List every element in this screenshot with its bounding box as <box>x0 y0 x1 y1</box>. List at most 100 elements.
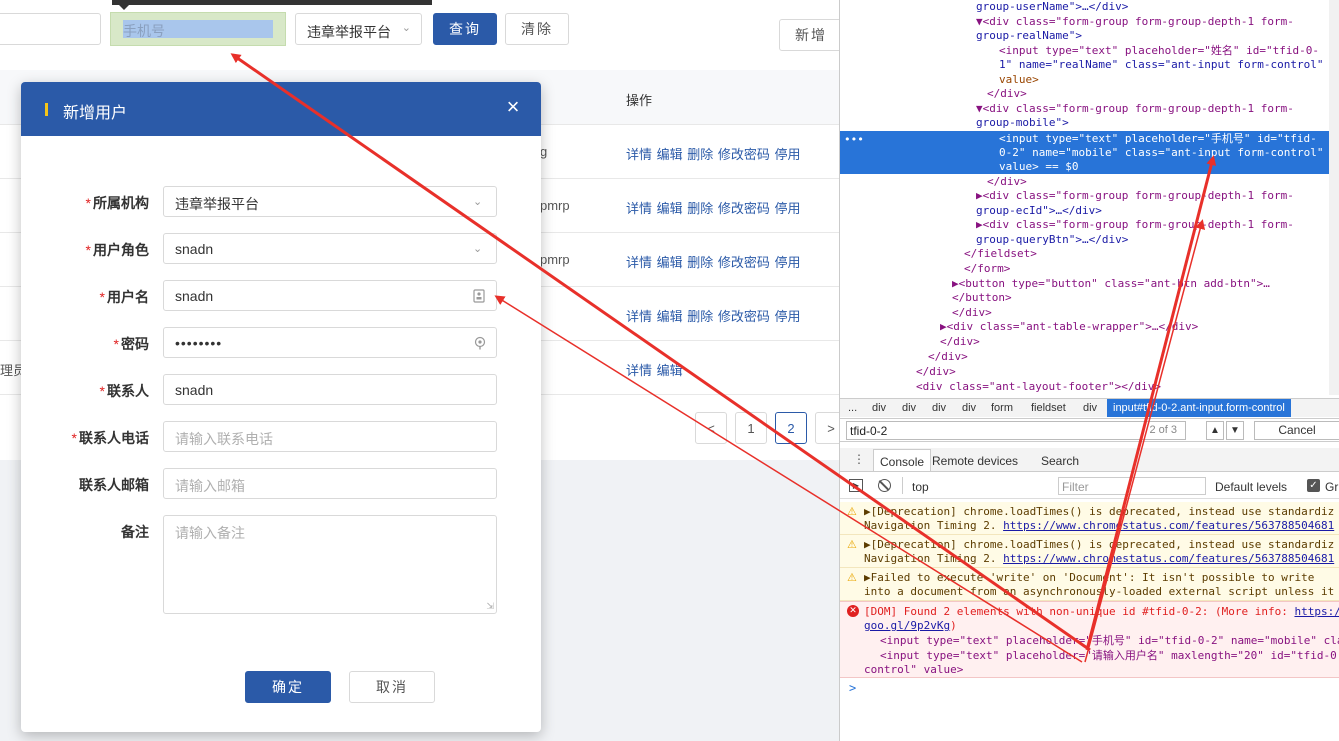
dom-line[interactable]: group-realName"> <box>976 29 1082 44</box>
role-select[interactable]: snadn ⌄ <box>163 233 497 264</box>
error-node-2-tail: control" value> <box>864 663 964 676</box>
row-cell-fragment: pmrp <box>540 252 570 267</box>
dom-line[interactable]: </div> <box>987 175 1027 190</box>
dom-line[interactable]: ▶<div class="form-group form-group-depth… <box>976 189 1294 204</box>
contact-label: * 联系人 <box>99 383 149 399</box>
error-link-2[interactable]: goo.gl/9p2vKg <box>864 619 950 632</box>
console-prompt-icon[interactable]: > <box>849 681 856 695</box>
column-header-operation: 操作 <box>626 93 653 108</box>
password-value: •••••••• <box>175 335 223 351</box>
checkbox-checked-icon[interactable]: ✓ <box>1307 479 1320 492</box>
name-search-input[interactable] <box>0 13 101 45</box>
mobile-input-highlight[interactable]: 手机号 <box>110 12 286 46</box>
dom-line[interactable]: value> <box>999 73 1039 88</box>
elements-scrollbar[interactable] <box>1329 0 1339 395</box>
email-field[interactable]: 请输入邮箱 <box>163 468 497 499</box>
console-filter-input[interactable]: Filter <box>1058 477 1206 495</box>
dom-line[interactable]: </fieldset> <box>964 247 1037 262</box>
dom-line[interactable]: ▼<div class="form-group form-group-depth… <box>976 102 1294 117</box>
error-link[interactable]: https:/ <box>1294 605 1339 618</box>
breadcrumb-item-selected[interactable]: input#tfid-0-2.ant-input.form-control <box>1107 399 1291 417</box>
row-actions[interactable]: 详情 编辑 删除 修改密码 停用 <box>626 198 800 217</box>
query-button[interactable]: 查询 <box>433 13 497 45</box>
dom-line[interactable]: <div class="ant-layout-footer"></div> <box>916 380 1161 395</box>
confirm-button[interactable]: 确定 <box>245 671 331 703</box>
breadcrumb-item[interactable]: form <box>991 402 1013 414</box>
clear-button[interactable]: 清除 <box>505 13 569 45</box>
dom-line[interactable]: ▶<div class="ant-table-wrapper">…</div> <box>940 320 1198 335</box>
password-field[interactable]: •••••••• <box>163 327 497 358</box>
search-cancel-button[interactable]: Cancel <box>1254 421 1339 440</box>
row-actions[interactable]: 详情 编辑 <box>626 360 683 379</box>
dom-line[interactable]: </div> <box>928 350 968 365</box>
dom-search-input[interactable]: tfid-0-2 2 of 3 <box>846 421 1186 440</box>
context-select[interactable]: top <box>912 480 929 494</box>
breadcrumb-item[interactable]: div <box>902 402 916 414</box>
tab-console[interactable]: Console <box>873 449 932 471</box>
error-node-1[interactable]: <input type="text" placeholder="手机号" id=… <box>880 634 1339 648</box>
role-select-value: snadn <box>175 241 214 257</box>
pagination-page-2[interactable]: 2 <box>775 412 807 444</box>
dom-line[interactable]: group-userName">…</div> <box>976 0 1128 15</box>
error-node-2[interactable]: <input type="text" placeholder="请输入用户名" … <box>880 649 1337 663</box>
required-mark: * <box>113 336 119 352</box>
dom-line[interactable]: </div> <box>987 87 1027 102</box>
row-actions[interactable]: 详情 编辑 删除 修改密码 停用 <box>626 252 800 271</box>
username-field[interactable]: snadn <box>163 280 497 311</box>
dom-line[interactable]: ▶<div class="form-group form-group-depth… <box>976 218 1294 233</box>
row-actions[interactable]: 详情 编辑 删除 修改密码 停用 <box>626 306 800 325</box>
remark-textarea[interactable]: 请输入备注 ⇲ <box>163 515 497 614</box>
breadcrumb-item[interactable]: div <box>1083 402 1097 414</box>
dom-line[interactable]: 0-2" name="mobile" class="ant-input form… <box>999 146 1324 161</box>
cancel-button[interactable]: 取消 <box>349 671 435 703</box>
breadcrumb-item[interactable]: div <box>932 402 946 414</box>
dom-line[interactable]: group-ecId">…</div> <box>976 204 1102 219</box>
breadcrumb-item[interactable]: ... <box>848 402 857 414</box>
clear-console-icon[interactable] <box>878 479 891 492</box>
dom-line[interactable]: </div> <box>916 365 956 380</box>
warning-link[interactable]: https://www.chromestatus.com/features/56… <box>1003 519 1334 532</box>
dom-line[interactable]: </div> <box>940 335 980 350</box>
phone-field[interactable]: 请输入联系电话 <box>163 421 497 452</box>
chevron-up-icon[interactable]: ▲ <box>1206 421 1224 440</box>
pagination-prev[interactable]: < <box>695 412 727 444</box>
dom-line[interactable]: ▼<div class="form-group form-group-depth… <box>976 15 1294 30</box>
error-text: [DOM] Found 2 elements with non-unique i… <box>864 605 1339 618</box>
selected-dom-node[interactable]: ••• <input type="text" placeholder="手机号"… <box>840 131 1339 174</box>
org-select[interactable]: 违章举报平台 ⌄ <box>163 186 497 217</box>
breadcrumb-item[interactable]: fieldset <box>1031 402 1066 414</box>
add-button[interactable]: 新增 <box>779 19 839 51</box>
tab-search[interactable]: Search <box>1041 454 1079 468</box>
log-levels-select[interactable]: Default levels <box>1215 480 1287 494</box>
dom-line[interactable]: <input type="text" placeholder="姓名" id="… <box>999 44 1319 59</box>
dom-line[interactable]: value> == $0 <box>999 160 1078 175</box>
close-icon[interactable]: × <box>501 95 525 119</box>
more-icon[interactable]: ••• <box>844 133 864 146</box>
contact-field[interactable]: snadn <box>163 374 497 405</box>
chevron-down-icon[interactable]: ▼ <box>1226 421 1244 440</box>
pagination-next[interactable]: > <box>815 412 839 444</box>
row-cell-fragment: pmrp <box>540 198 570 213</box>
dom-line[interactable]: group-mobile"> <box>976 116 1069 131</box>
dom-line[interactable]: </div> <box>952 306 992 321</box>
row-actions[interactable]: 详情 编辑 删除 修改密码 停用 <box>626 144 800 163</box>
platform-select[interactable]: 违章举报平台 ⌄ <box>295 13 422 45</box>
breadcrumb-item[interactable]: div <box>872 402 886 414</box>
dom-line[interactable]: <input type="text" placeholder="手机号" id=… <box>999 132 1317 147</box>
tab-remote-devices[interactable]: Remote devices <box>932 454 1018 468</box>
warning-text-2: Navigation Timing 2. https://www.chromes… <box>864 519 1335 532</box>
dom-line[interactable]: ▶<button type="button" class="ant-btn ad… <box>952 277 1270 292</box>
dom-line[interactable]: </button> <box>952 291 1012 306</box>
console-toolbar: ▶ top Filter Default levels ✓ Gr <box>840 474 1339 499</box>
dom-line[interactable]: </form> <box>964 262 1010 277</box>
pagination-page-1[interactable]: 1 <box>735 412 767 444</box>
warning-link[interactable]: https://www.chromestatus.com/features/56… <box>1003 552 1334 565</box>
dom-line[interactable]: group-queryBtn">…</div> <box>976 233 1128 248</box>
drawer-menu-icon[interactable]: ⋮ <box>853 452 865 466</box>
console-warning: ⚠ ▶[Deprecation] chrome.loadTimes() is d… <box>840 502 1339 535</box>
dom-line[interactable]: 1" name="realName" class="ant-input form… <box>999 58 1324 73</box>
sidebar-toggle-icon[interactable]: ▶ <box>849 479 863 492</box>
search-toolbar: 手机号 违章举报平台 ⌄ 查询 清除 新增 <box>0 0 839 70</box>
resize-handle-icon[interactable]: ⇲ <box>486 601 494 612</box>
breadcrumb-item[interactable]: div <box>962 402 976 414</box>
